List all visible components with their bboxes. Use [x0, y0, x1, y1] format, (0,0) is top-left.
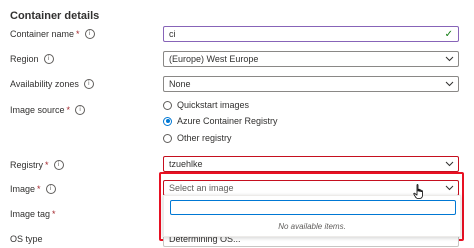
image-label-text: Image [10, 184, 36, 194]
availability-zones-label-text: Availability zones [10, 79, 79, 89]
container-name-label: Container name * i [10, 29, 95, 39]
chevron-down-icon [445, 183, 454, 192]
image-filter-input[interactable] [170, 200, 456, 215]
image-tag-label-text: Image tag [10, 209, 51, 219]
checkmark-icon: ✓ [444, 29, 453, 40]
info-icon[interactable]: i [75, 105, 86, 115]
section-title: Container details [10, 10, 100, 22]
container-name-value: ci [169, 29, 176, 39]
image-placeholder: Select an image [169, 183, 234, 193]
info-icon[interactable]: i [84, 29, 95, 39]
empty-state-text: No available items. [278, 222, 346, 231]
radio-circle-selected[interactable] [163, 116, 172, 126]
region-label-text: Region [10, 54, 39, 64]
required-marker: * [37, 184, 41, 194]
radio-quickstart-images[interactable]: Quickstart images [163, 100, 249, 110]
required-marker: * [76, 29, 80, 39]
image-dropdown-panel: No available items. [163, 195, 461, 237]
registry-value: tzuehlke [169, 159, 203, 169]
radio-circle[interactable] [163, 133, 172, 143]
required-marker: * [45, 160, 49, 170]
availability-zones-label: Availability zones i [10, 79, 94, 89]
radio-circle[interactable] [163, 100, 172, 110]
container-details-form: Container details Container name * i ci … [0, 0, 474, 248]
registry-select[interactable]: tzuehlke [163, 156, 459, 172]
region-value: (Europe) West Europe [169, 54, 259, 64]
registry-label: Registry * i [10, 160, 64, 170]
image-label: Image * i [10, 184, 56, 194]
image-tag-label: Image tag * [10, 209, 56, 219]
availability-zones-value: None [169, 79, 191, 89]
chevron-down-icon [445, 79, 454, 88]
hand-pointer-icon [413, 184, 425, 200]
info-icon[interactable]: i [45, 184, 56, 194]
radio-label: Quickstart images [177, 100, 250, 110]
radio-other-registry[interactable]: Other registry [163, 133, 232, 143]
info-icon[interactable]: i [53, 160, 64, 170]
chevron-down-icon [445, 159, 454, 168]
registry-label-text: Registry [10, 160, 44, 170]
radio-label: Other registry [177, 133, 232, 143]
os-type-label-text: OS type [10, 234, 43, 244]
os-type-label: OS type [10, 234, 43, 244]
image-source-label-text: Image source [10, 105, 65, 115]
required-marker: * [66, 105, 71, 115]
container-name-input[interactable]: ci ✓ [163, 26, 459, 42]
image-source-label: Image source * i [10, 105, 86, 115]
availability-zones-select[interactable]: None [163, 76, 459, 92]
container-name-label-text: Container name [10, 29, 75, 39]
region-select[interactable]: (Europe) West Europe [163, 51, 459, 67]
radio-azure-container-registry[interactable]: Azure Container Registry [163, 116, 278, 126]
radio-label: Azure Container Registry [177, 116, 278, 126]
info-icon[interactable]: i [43, 54, 54, 64]
region-label: Region i [10, 54, 54, 64]
chevron-down-icon [445, 54, 454, 63]
required-marker: * [52, 209, 56, 219]
info-icon[interactable]: i [83, 79, 94, 89]
